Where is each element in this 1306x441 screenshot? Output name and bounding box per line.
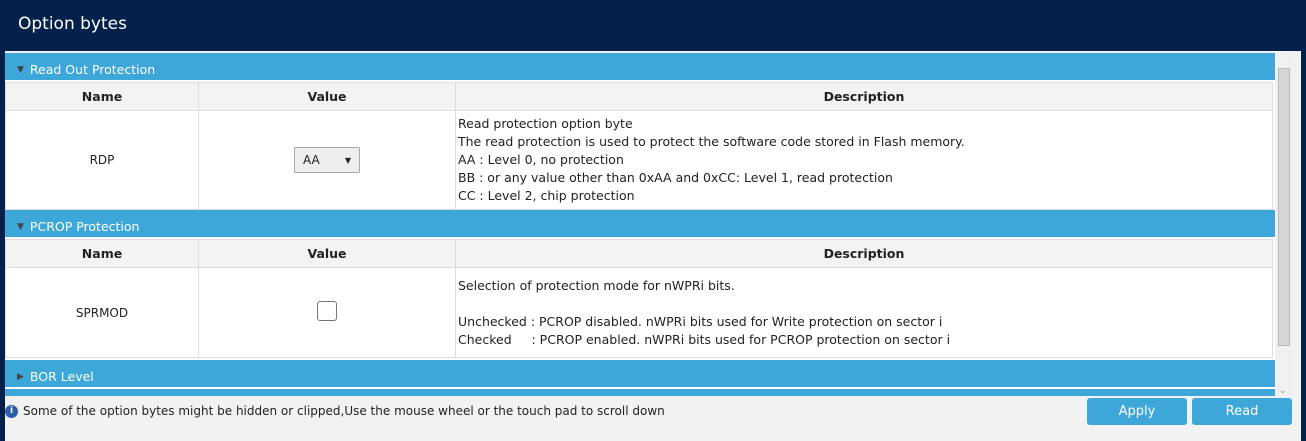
section-pcrop-protection[interactable]: ▼ PCROP Protection: [5, 210, 1275, 237]
pcrop-table: Name Value Description SPRMOD Selection of…: [5, 239, 1273, 358]
info-text: Some of the option bytes might be hidden…: [23, 404, 665, 418]
section-read-out-protection[interactable]: ▼ Read Out Protection: [5, 53, 1275, 80]
column-value: Value: [198, 239, 456, 268]
info-bar: i Some of the option bytes might be hidde…: [5, 398, 1085, 424]
chevron-down-icon: ▼: [344, 155, 351, 165]
section-label: PCROP Protection: [29, 219, 140, 234]
selected-value: AA: [303, 153, 320, 167]
rdp-value-select[interactable]: AA ▼: [294, 147, 360, 173]
apply-button[interactable]: Apply: [1087, 398, 1187, 425]
section-next-clipped[interactable]: [5, 389, 1275, 396]
collapsed-triangle-icon: ▶: [17, 371, 24, 382]
section-label: BOR Level: [29, 369, 94, 384]
option-bytes-list[interactable]: ▼ Read Out Protection Name Value Descriptio…: [5, 53, 1275, 396]
window-title: Option bytes: [0, 0, 1306, 50]
scrollbar-thumb[interactable]: [1278, 68, 1290, 346]
option-name: RDP: [5, 110, 199, 210]
section-label: Read Out Protection: [29, 62, 156, 77]
column-value: Value: [198, 82, 456, 111]
option-description: Selection of protection mode for nWPRi b…: [455, 267, 1273, 358]
table-row: SPRMOD Selection of protection mode for …: [5, 267, 1273, 358]
expanded-triangle-icon: ▼: [17, 221, 24, 232]
section-bor-level[interactable]: ▶ BOR Level: [5, 360, 1275, 387]
info-icon: i: [5, 404, 18, 418]
option-name: SPRMOD: [5, 267, 199, 358]
rdp-table: Name Value Description RDP AA ▼ Read protec…: [5, 82, 1273, 210]
vertical-scrollbar[interactable]: ⌄: [1276, 53, 1293, 396]
column-name: Name: [5, 82, 199, 111]
sprmod-checkbox[interactable]: [317, 301, 337, 321]
column-description: Description: [455, 82, 1273, 111]
option-bytes-panel: ▼ Read Out Protection Name Value Descriptio…: [5, 51, 1301, 441]
table-row: RDP AA ▼ Read protection option byte The …: [5, 110, 1273, 210]
scroll-down-icon[interactable]: ⌄: [1279, 386, 1287, 396]
option-description: Read protection option byte The read pro…: [455, 110, 1273, 210]
column-description: Description: [455, 239, 1273, 268]
expanded-triangle-icon: ▼: [17, 64, 24, 75]
read-button[interactable]: Read: [1192, 398, 1292, 425]
column-name: Name: [5, 239, 199, 268]
